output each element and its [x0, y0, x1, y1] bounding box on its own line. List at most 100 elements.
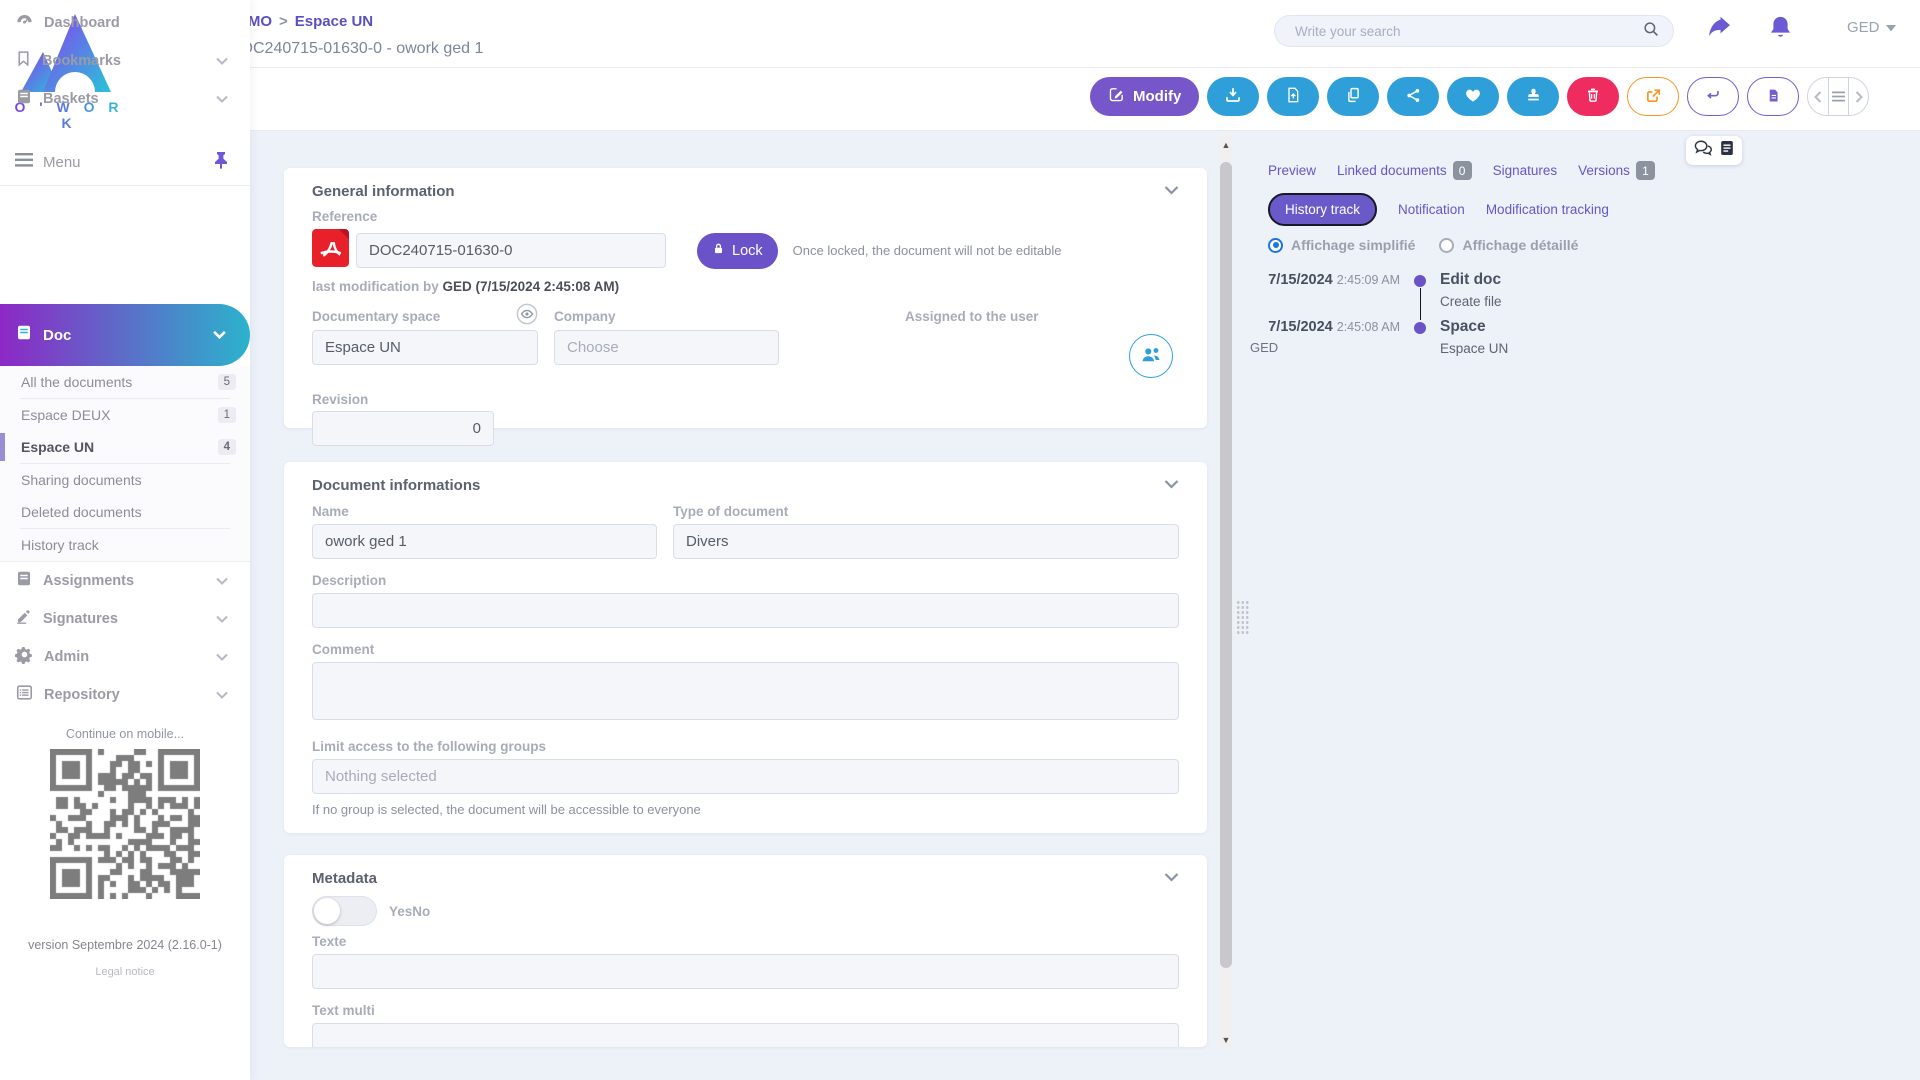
entry-date: 7/15/2024 — [1268, 272, 1333, 288]
text-multi-textarea[interactable] — [312, 1023, 1179, 1047]
sidebar-subitem-sharing-documents[interactable]: Sharing documents — [0, 464, 250, 496]
scroll-up-arrow[interactable]: ▲ — [1219, 138, 1233, 152]
hamburger-icon[interactable] — [15, 153, 33, 172]
yesno-toggle[interactable] — [312, 896, 377, 926]
tab-history-track[interactable]: History track — [1268, 193, 1377, 226]
qr-code — [50, 749, 200, 899]
account-menu[interactable]: GED — [1847, 19, 1896, 36]
history-timeline: 7/15/20242:45:09 AM Edit doc Create file… — [1250, 271, 1810, 365]
texte-input[interactable] — [312, 954, 1179, 989]
chat-icon[interactable] — [1694, 140, 1713, 161]
sidebar-subitem-espace-deux[interactable]: Espace DEUX 1 — [0, 399, 250, 431]
yesno-label: YesNo — [389, 904, 430, 919]
sidebar-item-dashboard[interactable]: Dashboard — [0, 4, 250, 42]
name-label: Name — [312, 504, 657, 519]
share-button[interactable] — [1387, 77, 1439, 116]
sidebar-item-label: Baskets — [43, 91, 216, 107]
users-icon — [1140, 346, 1162, 367]
summary-doc-icon[interactable] — [1720, 140, 1734, 161]
sidebar-item-doc[interactable]: Doc — [0, 304, 250, 366]
metadata-card: Metadata YesNo Texte Text multi — [284, 855, 1207, 1047]
favorite-button[interactable] — [1447, 77, 1499, 116]
upload-version-button[interactable] — [1267, 77, 1319, 116]
chevron-down-icon — [216, 648, 228, 666]
description-input[interactable] — [312, 593, 1179, 628]
signature-pen-icon — [15, 607, 33, 631]
sidebar-subitem-deleted-documents[interactable]: Deleted documents — [0, 496, 250, 528]
reference-input[interactable] — [356, 233, 666, 268]
radio-affichage-detaille[interactable]: Affichage détaillé — [1439, 237, 1578, 253]
sidebar-item-bookmarks[interactable]: Bookmarks — [0, 42, 250, 80]
external-link-button[interactable] — [1627, 77, 1679, 116]
tab-versions[interactable]: Versions 1 — [1578, 161, 1655, 180]
search-input[interactable] — [1295, 24, 1642, 39]
revision-input[interactable] — [312, 411, 494, 446]
entry-title: Space — [1440, 318, 1810, 336]
type-of-document-input[interactable] — [673, 524, 1179, 559]
next-document-button[interactable] — [1848, 78, 1868, 115]
card-title: Metadata — [312, 870, 377, 887]
file-upload-icon — [1285, 86, 1301, 107]
name-input[interactable] — [312, 524, 657, 559]
document-list-button[interactable] — [1828, 78, 1848, 115]
bell-icon[interactable] — [1767, 13, 1794, 47]
collapse-chevron-icon[interactable] — [1164, 182, 1179, 200]
stamp-button[interactable] — [1507, 77, 1559, 116]
company-input[interactable] — [554, 330, 779, 365]
document-view-button[interactable] — [1747, 77, 1799, 116]
sidebar-subitem-history-track[interactable]: History track — [0, 529, 250, 561]
modify-button[interactable]: Modify — [1090, 77, 1199, 116]
assign-users-button[interactable] — [1129, 334, 1173, 378]
sidebar-item-assignments[interactable]: Assignments — [0, 562, 250, 600]
timeline-dot — [1414, 275, 1426, 287]
doc-submenu: All the documents 5 Espace DEUX 1 Espace… — [0, 366, 250, 562]
breadcrumb-current[interactable]: Espace UN — [295, 13, 373, 30]
search-icon[interactable] — [1642, 20, 1660, 43]
collapse-chevron-icon[interactable] — [1164, 869, 1179, 887]
radio-label: Affichage détaillé — [1462, 237, 1578, 253]
return-button[interactable] — [1687, 77, 1739, 116]
delete-button[interactable] — [1567, 77, 1619, 116]
scrollbar-thumb[interactable] — [1220, 162, 1232, 968]
tab-modification-tracking[interactable]: Modification tracking — [1486, 202, 1609, 217]
legal-notice-link[interactable]: Legal notice — [0, 966, 250, 978]
panel-tabs: Preview Linked documents 0 Signatures Ve… — [1268, 161, 1746, 226]
general-information-card: General information Reference Lock Once … — [284, 168, 1207, 428]
sidebar-item-signatures[interactable]: Signatures — [0, 600, 250, 638]
copy-button[interactable] — [1327, 77, 1379, 116]
lock-button[interactable]: Lock — [697, 233, 778, 269]
radio-affichage-simplifie[interactable]: Affichage simplifié — [1268, 237, 1415, 253]
texte-label: Texte — [312, 934, 1179, 949]
comment-textarea[interactable] — [312, 662, 1179, 720]
pdf-file-icon — [312, 229, 349, 272]
documentary-space-input[interactable] — [312, 330, 538, 365]
subitem-label: Deleted documents — [21, 504, 142, 520]
previous-document-button[interactable] — [1808, 78, 1828, 115]
sidebar-subitem-espace-un[interactable]: Espace UN 4 — [0, 431, 250, 463]
timeline-entry: 7/15/20242:45:08 AM GED Space Espace UN — [1250, 318, 1810, 356]
download-button[interactable] — [1207, 77, 1259, 116]
tab-linked-documents[interactable]: Linked documents 0 — [1337, 161, 1472, 180]
external-link-icon — [1645, 87, 1662, 107]
sidebar-item-repository[interactable]: Repository — [0, 676, 250, 714]
share-forward-icon[interactable] — [1706, 16, 1733, 46]
sidebar-item-admin[interactable]: Admin — [0, 638, 250, 676]
sidebar-item-baskets[interactable]: Baskets — [0, 80, 250, 118]
radio-label: Affichage simplifié — [1291, 237, 1415, 253]
document-title: DOC240715-01630-0 - owork ged 1 — [229, 40, 483, 58]
doc-book-icon — [15, 323, 33, 347]
app-root: O ' W O R K Menu Dashboard Bookmarks — [0, 0, 1920, 1080]
groups-select[interactable] — [312, 759, 1179, 794]
entry-time: 2:45:09 AM — [1337, 273, 1400, 287]
reference-label: Reference — [312, 209, 1179, 224]
tab-notification[interactable]: Notification — [1398, 202, 1465, 217]
tab-signatures[interactable]: Signatures — [1493, 163, 1558, 178]
scroll-down-arrow[interactable]: ▼ — [1219, 1033, 1233, 1047]
panel-resize-handle[interactable] — [1236, 600, 1249, 636]
divider — [203, 67, 1920, 68]
eye-icon[interactable] — [516, 303, 538, 330]
sidebar-subitem-all-documents[interactable]: All the documents 5 — [0, 366, 250, 398]
tab-preview[interactable]: Preview — [1268, 163, 1316, 178]
collapse-chevron-icon[interactable] — [1164, 476, 1179, 494]
pin-icon[interactable] — [214, 151, 228, 174]
